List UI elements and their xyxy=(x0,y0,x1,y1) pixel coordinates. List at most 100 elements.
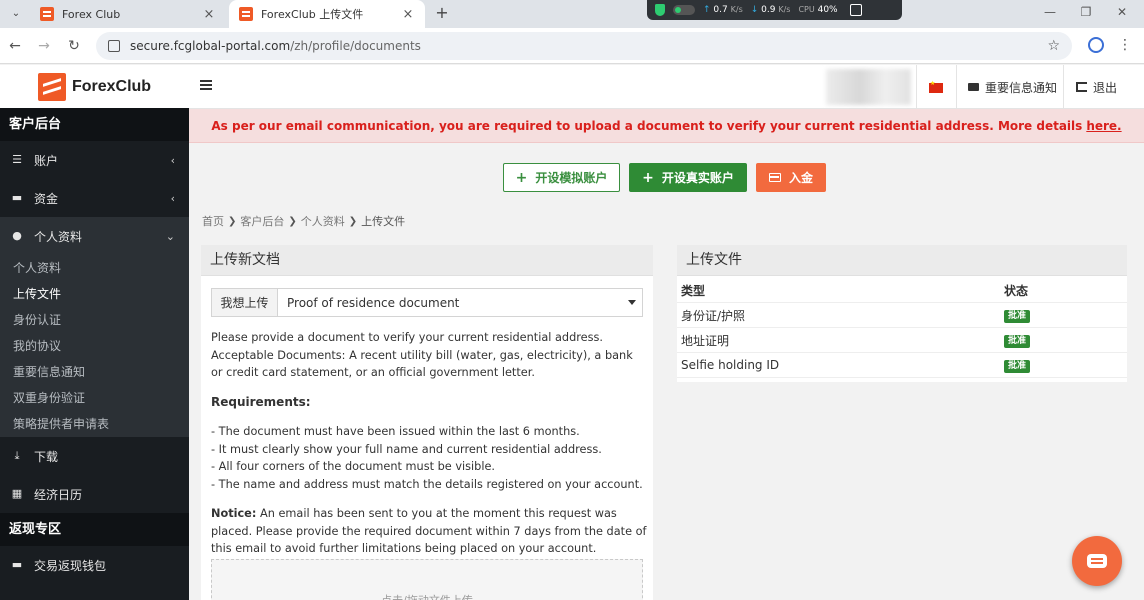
requirement-item: - The name and address must match the de… xyxy=(211,477,643,491)
breadcrumb-home[interactable]: 首页 xyxy=(202,213,224,229)
brand-name: ForexClub xyxy=(71,77,152,95)
submenu-item-upload[interactable]: 上传文件 xyxy=(0,281,189,307)
upload-new-document-panel: 上传新文档 我想上传 Proof of residence document P… xyxy=(201,245,653,600)
open-demo-account-button[interactable]: + 开设模拟账户 xyxy=(503,163,620,192)
table-row: Selfie holding ID 批准 xyxy=(677,353,1127,378)
sidebar-item-downloads[interactable]: ⤓ 下载 xyxy=(0,437,189,475)
wallet-icon: ▬ xyxy=(11,191,23,204)
credit-card-icon xyxy=(768,173,781,182)
panel-title: 上传新文档 xyxy=(201,245,653,276)
submenu-item-agreements[interactable]: 我的协议 xyxy=(0,333,189,359)
column-header-type: 类型 xyxy=(681,283,706,298)
alert-details-link[interactable]: here. xyxy=(1086,119,1121,133)
tab-search-chevron-icon[interactable]: ⌄ xyxy=(8,6,24,22)
close-window-icon[interactable]: ✕ xyxy=(1112,4,1132,20)
sidebar: 客户后台 ☰ 账户 ‹ ▬ 资金 ‹ ● 个人资料 ⌄ 个人资料 上传文件 身份… xyxy=(0,108,189,600)
sidebar-section-rebate: 返现专区 xyxy=(0,513,189,546)
address-bar[interactable]: secure.fcglobal-portal.com/zh/profile/do… xyxy=(96,32,1072,60)
select-label: 我想上传 xyxy=(212,289,278,316)
new-tab-button[interactable]: + xyxy=(432,3,452,23)
submenu-item-identity[interactable]: 身份认证 xyxy=(0,307,189,333)
sidebar-item-label: 下载 xyxy=(34,449,59,464)
back-arrow-icon[interactable]: ← xyxy=(6,37,24,55)
important-notice-label: 重要信息通知 xyxy=(985,80,1058,95)
tab-close-icon[interactable]: × xyxy=(401,7,415,22)
profile-avatar-icon[interactable] xyxy=(1088,37,1104,53)
select-value[interactable]: Proof of residence document xyxy=(278,289,642,316)
logout-label: 退出 xyxy=(1093,80,1118,95)
live-chat-button[interactable] xyxy=(1072,536,1122,586)
submenu-item-profile[interactable]: 个人资料 xyxy=(0,255,189,281)
uploaded-files-table: 类型 状态 身份证/护照 批准 地址证明 批准 Selfie holding I… xyxy=(677,278,1127,378)
chevron-down-icon: ⌄ xyxy=(165,229,175,243)
button-label: 开设模拟账户 xyxy=(535,171,608,185)
requirement-item: - All four corners of the document must … xyxy=(211,460,496,473)
hamburger-menu-icon[interactable] xyxy=(200,80,212,90)
document-type: Selfie holding ID xyxy=(681,358,780,372)
sidebar-item-calendar[interactable]: ▦ 经济日历 xyxy=(0,475,189,513)
status-badge: 批准 xyxy=(1004,335,1031,348)
browser-tab-upload[interactable]: ForexClub 上传文件 × xyxy=(229,0,425,28)
important-notice-link[interactable]: 重要信息通知 xyxy=(968,65,1057,109)
bookmark-star-icon[interactable]: ☆ xyxy=(1047,38,1060,54)
submenu-item-2fa[interactable]: 双重身份验证 xyxy=(0,385,189,411)
restore-icon[interactable]: ❐ xyxy=(1076,4,1096,20)
uploaded-files-panel: 上传文件 类型 状态 身份证/护照 批准 地址证明 批准 Selfie hold… xyxy=(677,245,1127,382)
browser-tab-bar: ⌄ Forex Club × ForexClub 上传文件 × + ↑ 0.7 … xyxy=(0,0,1144,28)
instruction-line: Please provide a document to verify your… xyxy=(211,331,603,344)
download-speed: ↓ 0.9 K/s xyxy=(750,5,791,15)
site-info-icon[interactable] xyxy=(108,40,120,52)
submenu-item-notices[interactable]: 重要信息通知 xyxy=(0,359,189,385)
user-name-blurred[interactable] xyxy=(826,69,911,105)
network-monitor-widget: ↑ 0.7 K/s ↓ 0.9 K/s CPU 40% xyxy=(647,0,902,20)
brand-logo[interactable]: ForexClub xyxy=(0,65,189,108)
selected-option: Proof of residence document xyxy=(287,295,460,310)
notice-label: Notice: xyxy=(211,507,257,520)
forexclub-favicon-icon xyxy=(40,7,54,21)
caret-down-icon xyxy=(628,300,636,305)
breadcrumb-profile[interactable]: 个人资料 xyxy=(301,213,345,229)
profile-submenu: 个人资料 上传文件 身份认证 我的协议 重要信息通知 双重身份验证 策略提供者申… xyxy=(0,255,189,437)
sidebar-item-rebate-wallet[interactable]: ▬ 交易返现钱包 xyxy=(0,546,189,584)
reload-icon[interactable]: ↻ xyxy=(65,37,83,55)
browser-tab-forex-club[interactable]: Forex Club × xyxy=(30,0,226,28)
chevron-left-icon: ‹ xyxy=(170,153,175,167)
snapshot-icon[interactable] xyxy=(849,4,862,16)
deposit-button[interactable]: 入金 xyxy=(756,163,826,192)
logout-link[interactable]: 退出 xyxy=(1076,65,1117,109)
sidebar-item-label: 个人资料 xyxy=(34,229,83,244)
upload-instructions: Please provide a document to verify your… xyxy=(211,329,647,570)
browser-toolbar: ← → ↻ secure.fcglobal-portal.com/zh/prof… xyxy=(0,28,1144,64)
button-label: 开设真实账户 xyxy=(661,171,734,185)
open-real-account-button[interactable]: + 开设真实账户 xyxy=(629,163,747,192)
list-icon: ☰ xyxy=(12,153,22,166)
divider xyxy=(916,65,917,109)
sidebar-item-accounts[interactable]: ☰ 账户 ‹ xyxy=(0,141,189,179)
toggle-switch[interactable] xyxy=(673,5,695,15)
file-dropzone[interactable]: 点击/拖动文件上传 xyxy=(211,559,643,600)
shield-icon xyxy=(655,4,665,16)
plus-icon: + xyxy=(642,169,654,186)
document-type: 地址证明 xyxy=(681,333,730,348)
main-content: + 开设模拟账户 + 开设真实账户 入金 首页 ❯ 客户后台 ❯ 个人资料 ❯ … xyxy=(189,143,1144,600)
minimize-icon[interactable]: — xyxy=(1040,4,1060,20)
browser-menu-icon[interactable]: ⋮ xyxy=(1118,36,1132,54)
forexclub-favicon-icon xyxy=(239,7,253,21)
submenu-item-strategy[interactable]: 策略提供者申请表 xyxy=(0,411,189,437)
logout-icon xyxy=(1076,82,1087,92)
breadcrumb-client[interactable]: 客户后台 xyxy=(240,213,284,229)
sidebar-section-client: 客户后台 xyxy=(0,108,189,141)
dropzone-label: 点击/拖动文件上传 xyxy=(381,592,473,600)
china-flag-icon[interactable] xyxy=(929,80,943,93)
chevron-right-icon: ❯ xyxy=(348,215,358,227)
sidebar-item-label: 资金 xyxy=(34,191,59,206)
tab-close-icon[interactable]: × xyxy=(202,7,216,22)
document-type-select[interactable]: 我想上传 Proof of residence document xyxy=(211,288,643,317)
sidebar-item-label: 经济日历 xyxy=(34,487,83,502)
sidebar-item-funds[interactable]: ▬ 资金 ‹ xyxy=(0,179,189,217)
tab-title: ForexClub 上传文件 xyxy=(261,8,364,21)
divider xyxy=(956,65,957,109)
sidebar-item-profile[interactable]: ● 个人资料 ⌄ xyxy=(0,217,189,255)
requirement-item: - The document must have been issued wit… xyxy=(211,425,580,438)
forward-arrow-icon[interactable]: → xyxy=(35,37,53,55)
